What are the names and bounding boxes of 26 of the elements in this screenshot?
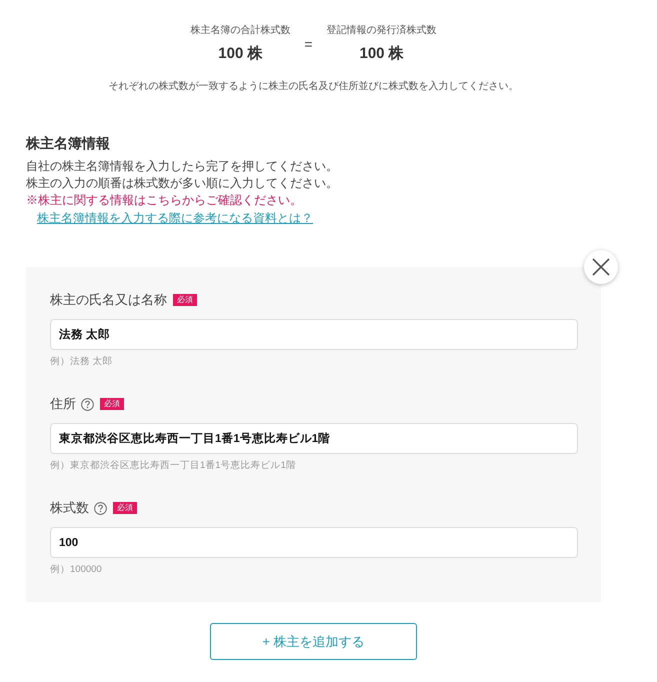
- description-text: 株主の入力の順番は株式数が多い順に入力してください。: [26, 175, 339, 192]
- help-icon[interactable]: [94, 502, 107, 514]
- warning-text: ※株主に関する情報はこちらからご確認ください。: [26, 192, 303, 209]
- equals-sign: =: [304, 36, 313, 52]
- field-label: 住所: [50, 395, 76, 413]
- instruction-text: それぞれの株式数が一致するように株主の氏名及び住所並びに株式数を入力してください。: [108, 80, 520, 94]
- example-text: 例）100000: [50, 564, 103, 576]
- required-tag: 必須: [100, 398, 124, 410]
- field-label: 株式数: [50, 499, 89, 517]
- description-text: 自社の株主名簿情報を入力したら完了を押してください。: [26, 158, 339, 175]
- help-icon[interactable]: [81, 398, 94, 410]
- total-shares-value: 100 株: [217, 44, 264, 64]
- issued-shares-value: 100 株: [358, 44, 405, 64]
- required-tag: 必須: [173, 294, 197, 306]
- text-field[interactable]: 東京都渋谷区恵比寿西一丁目1番1号恵比寿ビル1階: [50, 423, 578, 454]
- issued-shares-label: 登記情報の発行済株式数: [326, 24, 437, 38]
- close-icon: [592, 258, 610, 276]
- text-field[interactable]: 法務 太郎: [50, 319, 578, 350]
- section-title: 株主名簿情報: [26, 134, 111, 152]
- field-label: 株主の氏名又は名称: [50, 291, 167, 309]
- example-text: 例）東京都渋谷区恵比寿西一丁目1番1号恵比寿ビル1階: [50, 460, 297, 472]
- close-button[interactable]: [584, 250, 618, 284]
- text-field[interactable]: 100: [50, 527, 578, 558]
- total-shares-label: 株主名簿の合計株式数: [190, 24, 290, 38]
- example-text: 例）法務 太郎: [50, 356, 114, 368]
- required-tag: 必須: [113, 502, 137, 514]
